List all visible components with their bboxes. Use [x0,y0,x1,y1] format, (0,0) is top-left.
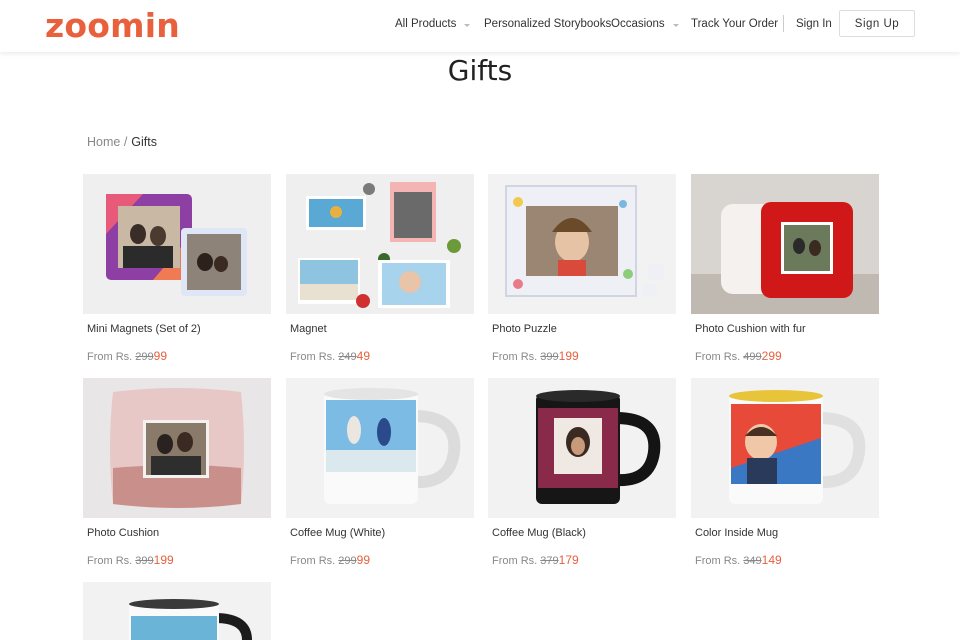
product-price: From Rs. 29999 [290,553,370,567]
product-price: From Rs. 499299 [695,349,782,363]
nav-storybooks-label: Personalized Storybooks [484,18,612,30]
nav-track-order-label: Track Your Order [691,18,779,30]
product-image[interactable] [286,378,474,518]
product-name[interactable]: Photo Puzzle [492,323,557,335]
product-price: From Rs. 399199 [492,349,579,363]
product-name[interactable]: Mini Magnets (Set of 2) [87,323,201,335]
sign-in-label: Sign In [796,18,832,30]
product-name[interactable]: Magnet [290,323,327,335]
price-old: 379 [540,555,559,567]
zoomin-logo[interactable]: zoomin [45,6,180,45]
product-image[interactable] [691,174,879,314]
price-new: 179 [558,553,579,567]
price-old: 499 [743,351,762,363]
product-card[interactable] [83,582,271,640]
chevron-down-icon [464,23,471,27]
price-old: 399 [540,351,559,363]
product-card[interactable]: Coffee Mug (White) From Rs. 29999 [286,378,474,567]
product-price: From Rs. 29999 [87,349,167,363]
price-new: 49 [356,349,371,363]
price-from: From Rs. [290,555,336,567]
price-new: 199 [153,553,174,567]
product-image[interactable] [83,582,271,640]
product-card[interactable]: Magnet From Rs. 24949 [286,174,474,363]
product-card[interactable]: Photo Cushion with fur From Rs. 499299 [691,174,879,363]
product-name[interactable]: Coffee Mug (White) [290,527,385,539]
product-name[interactable]: Color Inside Mug [695,527,778,539]
product-name[interactable]: Coffee Mug (Black) [492,527,586,539]
product-price: From Rs. 349149 [695,553,782,567]
chevron-down-icon [672,23,679,27]
product-card[interactable]: Coffee Mug (Black) From Rs. 379179 [488,378,676,567]
price-old: 249 [338,351,357,363]
sign-up-button[interactable]: Sign Up [839,10,915,37]
price-old: 349 [743,555,762,567]
price-from: From Rs. [492,555,538,567]
product-price: From Rs. 379179 [492,553,579,567]
nav-divider [783,15,784,32]
nav-occasions-label: Occasions [611,18,665,30]
product-card[interactable]: Mini Magnets (Set of 2) From Rs. 29999 [83,174,271,363]
nav-occasions[interactable]: Occasions [611,0,679,48]
price-new: 149 [761,553,782,567]
price-old: 399 [135,555,154,567]
breadcrumb-current: Gifts [131,135,157,149]
product-image[interactable] [83,378,271,518]
product-card[interactable]: Photo Puzzle From Rs. 399199 [488,174,676,363]
product-name[interactable]: Photo Cushion with fur [695,323,806,335]
price-from: From Rs. [695,555,741,567]
price-new: 299 [761,349,782,363]
price-from: From Rs. [492,351,538,363]
price-from: From Rs. [87,555,133,567]
product-card[interactable]: Photo Cushion From Rs. 399199 [83,378,271,567]
price-old: 299 [338,555,357,567]
breadcrumb: Home / Gifts [87,135,157,149]
breadcrumb-home[interactable]: Home / [87,135,127,149]
nav-personalized-storybooks[interactable]: Personalized Storybooks [484,0,611,48]
price-new: 199 [558,349,579,363]
product-price: From Rs. 24949 [290,349,370,363]
product-name[interactable]: Photo Cushion [87,527,159,539]
price-old: 299 [135,351,154,363]
product-image[interactable] [488,378,676,518]
price-from: From Rs. [87,351,133,363]
nav-all-products[interactable]: All Products [395,0,471,48]
nav-all-products-label: All Products [395,18,457,30]
nav-sign-in[interactable]: Sign In [796,0,832,48]
page-title: Gifts [447,54,513,87]
price-new: 99 [356,553,371,567]
price-new: 99 [153,349,168,363]
product-image[interactable] [286,174,474,314]
product-image[interactable] [488,174,676,314]
site-header: zoomin All Products Personalized Storybo… [0,0,960,52]
product-card[interactable]: Color Inside Mug From Rs. 349149 [691,378,879,567]
product-price: From Rs. 399199 [87,553,174,567]
product-image[interactable] [691,378,879,518]
nav-track-order[interactable]: Track Your Order [691,0,778,48]
product-image[interactable] [83,174,271,314]
price-from: From Rs. [695,351,741,363]
price-from: From Rs. [290,351,336,363]
